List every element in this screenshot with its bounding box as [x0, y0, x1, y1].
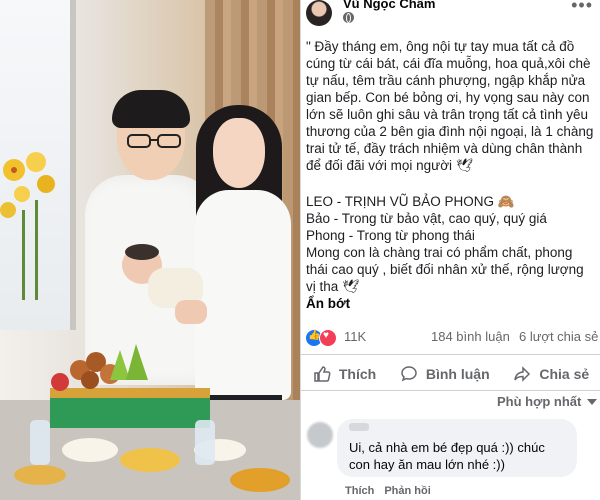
reaction-count[interactable]: 11K [344, 329, 366, 344]
comment-like-link[interactable]: Thích [345, 485, 374, 497]
commenter-name-blurred[interactable] [349, 423, 369, 431]
flowers-image [0, 152, 55, 300]
post-line: Phong - Trong từ phong thái [306, 228, 475, 243]
post-paragraph: " Đầy tháng em, ông nội tự tay mua tất c… [306, 39, 594, 173]
comment-label: Bình luận [425, 366, 490, 382]
post-title-line: LEO - TRỊNH VŨ BẢO PHONG 🙈 [306, 194, 515, 209]
comment-button[interactable]: Bình luận [400, 365, 490, 383]
man-hair [112, 90, 190, 128]
globe-icon [343, 12, 354, 23]
post-photo[interactable] [0, 0, 300, 500]
post-line: Mong con là chàng trai có phẩm chất, pho… [306, 245, 584, 294]
see-less-link[interactable]: Ẩn bớt [306, 296, 350, 311]
comment-bubble: Ui, cả nhà em bé đẹp quá :)) chúc con ha… [337, 419, 577, 477]
share-count[interactable]: 6 lượt chia sẻ [519, 329, 598, 344]
post-meta [343, 12, 354, 23]
author-avatar[interactable] [306, 0, 332, 26]
baby-image [122, 244, 207, 324]
comment-icon [401, 366, 417, 382]
like-button[interactable]: Thích [313, 365, 376, 383]
post-stats: 11K 184 bình luận 6 lượt chia sẻ [301, 328, 600, 350]
facebook-post: Vũ Ngọc Châm ••• " Đầy tháng em, ông nội… [300, 0, 600, 500]
love-reaction-icon [319, 329, 337, 347]
author-name[interactable]: Vũ Ngọc Châm [343, 0, 435, 11]
post-body: " Đầy tháng em, ông nội tự tay mua tất c… [306, 38, 596, 312]
comment-text: Ui, cả nhà em bé đẹp quá :)) chúc con ha… [349, 440, 545, 472]
share-label: Chia sẻ [539, 366, 590, 382]
woman-face [213, 118, 265, 188]
comment-count[interactable]: 184 bình luận [431, 329, 510, 344]
divider [301, 390, 600, 391]
comment-sort-dropdown[interactable]: Phù hợp nhất [497, 394, 598, 409]
post-header: Vũ Ngọc Châm ••• [301, 0, 600, 28]
share-arrow-icon [514, 366, 531, 382]
post-line: Bảo - Trong từ bảo vật, cao quý, quý giá [306, 211, 547, 226]
divider [301, 354, 600, 355]
food-bowls-image [14, 420, 290, 492]
comment-actions: Thích Phản hồi [345, 485, 431, 497]
fruit-offering-image [50, 344, 210, 428]
share-button[interactable]: Chia sẻ [513, 365, 589, 383]
comment-reply-link[interactable]: Phản hồi [384, 485, 430, 497]
post-actions: Thích Bình luận Chia sẻ [301, 360, 600, 388]
like-label: Thích [338, 366, 377, 382]
sort-label: Phù hợp nhất [497, 394, 582, 409]
commenter-avatar[interactable] [307, 422, 333, 448]
reaction-icons[interactable] [305, 329, 337, 347]
more-options-icon[interactable]: ••• [571, 0, 593, 14]
thumbs-up-icon [314, 366, 331, 382]
chevron-down-icon [587, 398, 598, 405]
glasses-image [127, 134, 181, 148]
